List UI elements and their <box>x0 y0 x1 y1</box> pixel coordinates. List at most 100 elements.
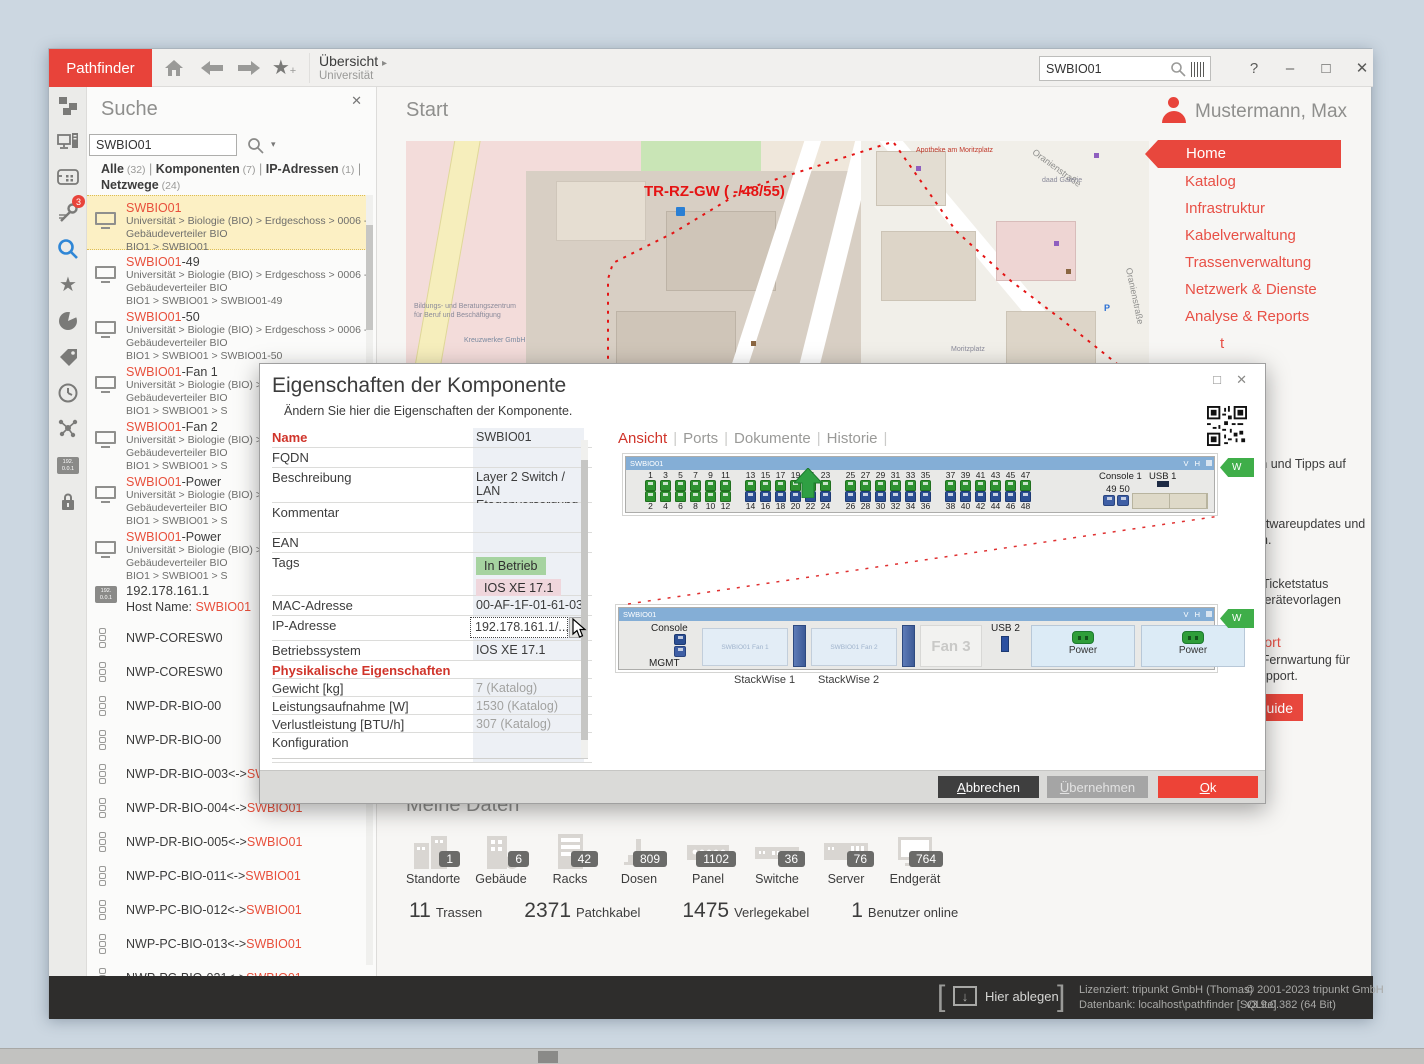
port-35[interactable] <box>920 480 931 491</box>
port-37[interactable] <box>945 480 956 491</box>
my-data-tile-switche[interactable]: 36Switche <box>751 829 803 886</box>
help-button[interactable]: ? <box>1241 55 1267 81</box>
switch-front-panel[interactable]: SWBIO01V H 12345678910111213141516171819… <box>625 456 1215 513</box>
fan3-slot[interactable]: Fan 3 <box>920 625 982 667</box>
global-search-input[interactable] <box>1044 58 1164 79</box>
menu-item[interactable]: Infrastruktur <box>1185 200 1385 227</box>
ip-address-field[interactable]: 192.178.161.1/... <box>470 617 568 638</box>
port-33[interactable] <box>905 480 916 491</box>
port-31[interactable] <box>890 480 901 491</box>
stackwise1-port[interactable] <box>793 625 806 667</box>
dialog-close-icon[interactable]: ✕ <box>1236 372 1247 388</box>
search-filter[interactable]: Alle (32) <box>101 162 146 176</box>
port-44[interactable] <box>990 491 1001 502</box>
favorites-icon[interactable]: ★ <box>49 267 87 303</box>
port-42[interactable] <box>975 491 986 502</box>
port-41[interactable] <box>975 480 986 491</box>
history-icon[interactable] <box>49 375 87 411</box>
breadcrumb[interactable]: Übersicht ▸ <box>319 53 387 69</box>
port-47[interactable] <box>1020 480 1031 491</box>
port-14[interactable] <box>745 491 756 502</box>
port-32[interactable] <box>890 491 901 502</box>
scrollbar-thumb[interactable] <box>366 225 373 330</box>
back-icon[interactable] <box>199 56 225 80</box>
mgmt-port[interactable] <box>674 646 686 657</box>
minimize-button[interactable]: – <box>1277 55 1303 81</box>
port-16[interactable] <box>760 491 771 502</box>
port-29[interactable] <box>875 480 886 491</box>
ip-address-icon[interactable]: 192.0.0.1 <box>49 447 87 483</box>
port-1[interactable] <box>645 480 656 491</box>
port-39[interactable] <box>960 480 971 491</box>
form-value[interactable]: 1530 (Katalog) <box>473 697 584 714</box>
port-12[interactable] <box>720 491 731 502</box>
port-48[interactable] <box>1020 491 1031 502</box>
tab-ports[interactable]: Ports <box>683 430 718 447</box>
port-34[interactable] <box>905 491 916 502</box>
port-28[interactable] <box>860 491 871 502</box>
port-5[interactable] <box>675 480 686 491</box>
my-data-tile-panel[interactable]: 1102Panel <box>682 829 734 886</box>
menu-item[interactable]: Katalog <box>1185 173 1385 200</box>
topology-icon[interactable] <box>49 411 87 447</box>
form-value[interactable]: In BetriebIOS XE 17.1 <box>473 553 584 595</box>
search-input[interactable] <box>94 136 232 154</box>
port-11[interactable] <box>720 480 731 491</box>
form-scrollbar[interactable] <box>581 440 588 758</box>
port-7[interactable] <box>690 480 701 491</box>
menu-item[interactable]: Analyse & Reports <box>1185 308 1385 335</box>
favorite-add-icon[interactable]: ★+ <box>271 56 297 80</box>
search-result-item[interactable]: SWBIO01-49Universität > Biologie (BIO) >… <box>87 250 367 305</box>
tab-dokumente[interactable]: Dokumente <box>734 430 811 447</box>
port-38[interactable] <box>945 491 956 502</box>
search-panel-close-icon[interactable]: ✕ <box>351 93 362 109</box>
port-2[interactable] <box>645 491 656 502</box>
barcode-icon[interactable] <box>1191 62 1206 77</box>
port-26[interactable] <box>845 491 856 502</box>
uplink-port-50[interactable] <box>1117 495 1129 506</box>
search-icon[interactable] <box>1170 61 1186 82</box>
tab-ansicht[interactable]: Ansicht <box>618 430 667 447</box>
port-43[interactable] <box>990 480 1001 491</box>
search-icon[interactable] <box>247 137 264 159</box>
form-value[interactable]: 192.178.161.1/...▾ <box>473 616 584 640</box>
search-result-link[interactable]: NWP-DR-BIO-005<->SWBIO01 <box>87 826 367 860</box>
my-data-tile-server[interactable]: 76Server <box>820 829 872 886</box>
port-15[interactable] <box>760 480 771 491</box>
search-result-link[interactable]: NWP-PC-BIO-013<->SWBIO01 <box>87 928 367 962</box>
form-value[interactable]: 00-AF-1F-01-61-03 <box>473 596 584 615</box>
search-result-item[interactable]: SWBIO01-50Universität > Biologie (BIO) >… <box>87 305 367 360</box>
search-result-link[interactable]: NWP-PC-BIO-012<->SWBIO01 <box>87 894 367 928</box>
form-value[interactable] <box>473 533 584 552</box>
search-result-link[interactable]: NWP-PC-BIO-011<->SWBIO01 <box>87 860 367 894</box>
usb2-port[interactable] <box>1001 636 1009 652</box>
tags-icon[interactable] <box>49 339 87 375</box>
locations-icon[interactable] <box>49 87 87 123</box>
my-data-tile-endgerät[interactable]: 764Endgerät <box>889 829 941 886</box>
power-supply-2[interactable]: Power <box>1141 625 1245 667</box>
search-options-caret-icon[interactable]: ▾ <box>271 139 276 150</box>
search-result-link[interactable]: NWP-PC-BIO-021<->SWBIO01 <box>87 962 367 976</box>
port-17[interactable] <box>775 480 786 491</box>
form-value[interactable]: 7 (Katalog) <box>473 679 584 696</box>
drop-here-label[interactable]: Hier ablegen <box>985 989 1059 1004</box>
lock-icon[interactable] <box>49 483 87 519</box>
form-value[interactable] <box>473 448 584 467</box>
port-40[interactable] <box>960 491 971 502</box>
port-9[interactable] <box>705 480 716 491</box>
port-3[interactable] <box>660 480 671 491</box>
port-45[interactable] <box>1005 480 1016 491</box>
my-data-tile-dosen[interactable]: 809Dosen <box>613 829 665 886</box>
port-30[interactable] <box>875 491 886 502</box>
search-filter[interactable]: Netzwege (24) <box>101 178 180 192</box>
maximize-button[interactable]: □ <box>1313 55 1339 81</box>
menu-item[interactable]: Kabelverwaltung <box>1185 227 1385 254</box>
port-46[interactable] <box>1005 491 1016 502</box>
my-data-tile-racks[interactable]: 42Racks <box>544 829 596 886</box>
ok-button[interactable]: Ok <box>1158 776 1258 798</box>
my-data-tile-gebäude[interactable]: 6Gebäude <box>475 829 527 886</box>
uplink-port-49[interactable] <box>1103 495 1115 506</box>
port-13[interactable] <box>745 480 756 491</box>
forward-icon[interactable] <box>236 56 262 80</box>
cancel-button[interactable]: Abbrechen <box>938 776 1039 798</box>
